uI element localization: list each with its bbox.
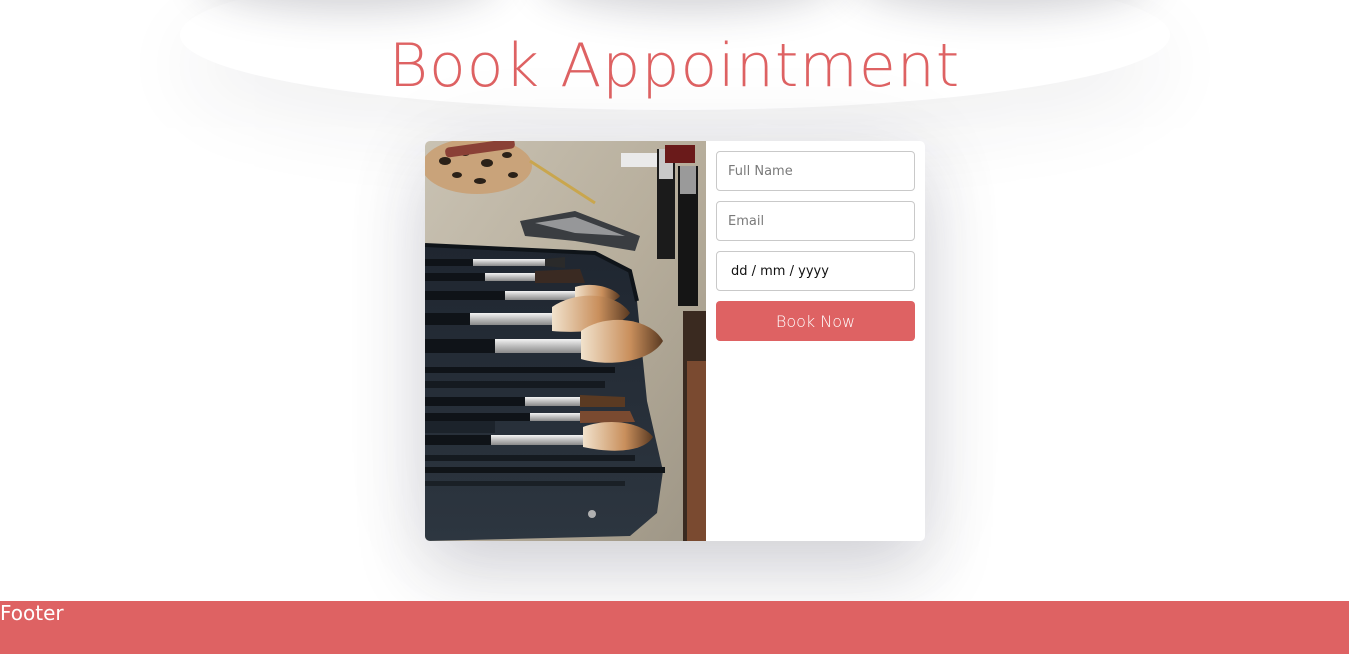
date-placeholder: dd / mm / yyyy [731,263,829,279]
footer-label: Footer [0,601,64,625]
booking-form: dd / mm / yyyy Book Now [716,151,915,341]
full-name-field[interactable] [716,151,915,191]
page-title: Book Appointment [388,31,961,101]
book-now-button[interactable]: Book Now [716,301,915,341]
page: Book Appointment Full Name Email dd / mm… [0,0,1349,654]
email-field[interactable] [716,201,915,241]
booking-card: dd / mm / yyyy Book Now [425,141,925,541]
date-field[interactable]: dd / mm / yyyy [716,251,915,291]
footer: Footer [0,601,1349,654]
makeup-brushes-photo [425,141,706,541]
